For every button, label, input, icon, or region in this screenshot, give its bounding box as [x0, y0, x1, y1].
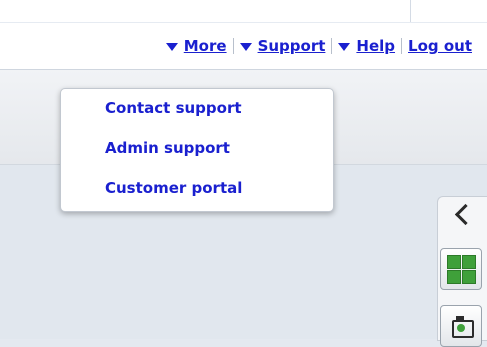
- top-strip: [0, 0, 487, 23]
- support-menu-link[interactable]: Support: [239, 37, 326, 55]
- menu-item-admin-support[interactable]: Admin support: [105, 139, 230, 157]
- support-dropdown-menu: Contact support Admin support Customer p…: [60, 88, 334, 212]
- help-menu-link[interactable]: Help: [338, 37, 395, 55]
- help-label: Help: [356, 37, 396, 55]
- dropdown-arrow-icon: [239, 43, 252, 51]
- nav-links: More Support Help Log out: [165, 37, 472, 55]
- top-nav-bar: More Support Help Log out: [0, 23, 487, 70]
- more-label: More: [183, 37, 227, 55]
- dropdown-arrow-icon: [338, 43, 351, 51]
- grid-icon-cell: [462, 255, 476, 269]
- grid-icon: [447, 255, 461, 269]
- logout-link[interactable]: Log out: [408, 37, 472, 55]
- nav-separator: [401, 38, 403, 54]
- menu-item-customer-portal[interactable]: Customer portal: [105, 179, 242, 197]
- top-strip-divider: [410, 0, 411, 22]
- nav-separator: [232, 38, 234, 54]
- menu-item-contact-support[interactable]: Contact support: [105, 99, 242, 117]
- grid-view-button[interactable]: [440, 248, 482, 290]
- camera-button[interactable]: [440, 305, 482, 347]
- support-label: Support: [257, 37, 326, 55]
- more-menu-link[interactable]: More: [165, 37, 227, 55]
- camera-lens-icon: [457, 324, 465, 332]
- grid-icon-cell: [462, 270, 476, 284]
- grid-icon-cell: [447, 270, 461, 284]
- nav-separator: [331, 38, 333, 54]
- dropdown-arrow-icon: [165, 43, 178, 51]
